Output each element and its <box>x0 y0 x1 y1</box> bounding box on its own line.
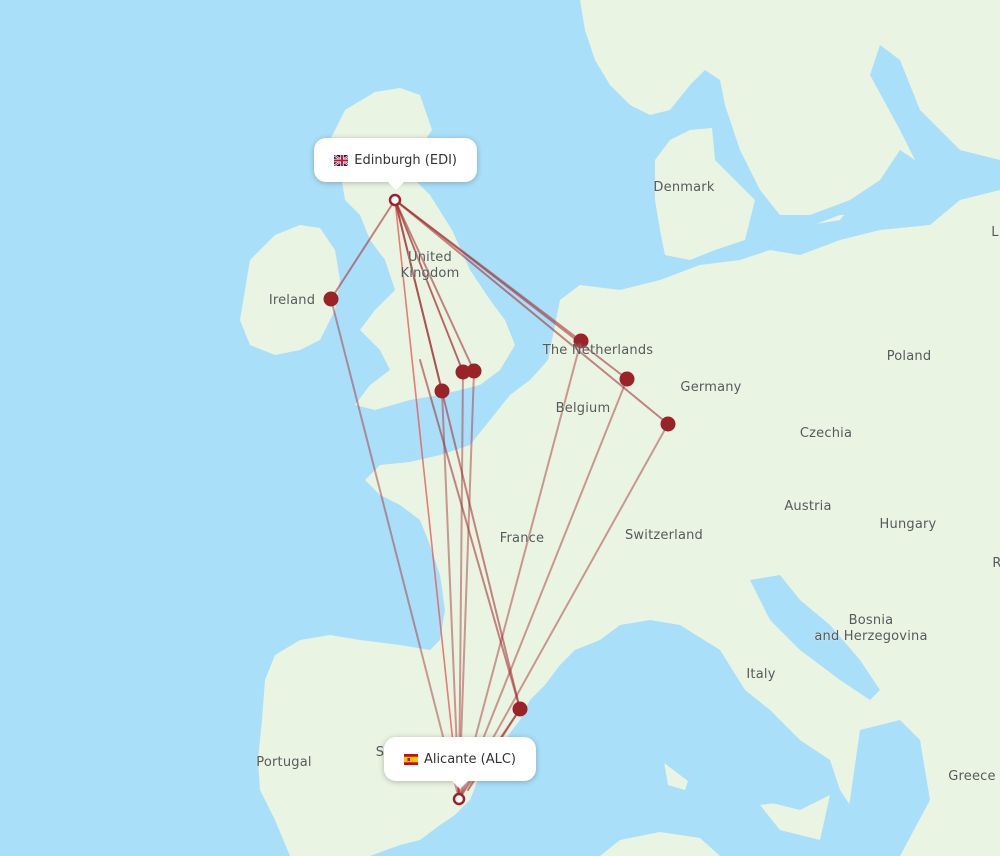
country-label-poland: Poland <box>886 349 932 364</box>
country-label-belgium: Belgium <box>555 401 611 416</box>
country-label-austria: Austria <box>784 499 832 514</box>
alc-pin-ring[interactable] <box>452 792 466 806</box>
country-label-bosnia: Bosnia and Herzegovina <box>814 613 928 644</box>
uk-flag-icon <box>334 154 349 166</box>
country-label-portugal: Portugal <box>256 755 312 770</box>
stopover-marker-dusseldorf[interactable] <box>619 371 635 387</box>
country-label-romania: R <box>992 556 1000 571</box>
country-label-united-kingdom: United Kingdom <box>400 250 460 281</box>
route-map[interactable]: Denmark United Kingdom Ireland The Nethe… <box>0 0 1000 856</box>
origin-popup[interactable]: Edinburgh (EDI) <box>314 138 477 190</box>
edi-pin-ring[interactable] <box>388 193 402 207</box>
stopover-marker-frankfurt[interactable] <box>660 416 676 432</box>
country-label-czechia: Czechia <box>799 426 853 441</box>
country-label-ireland: Ireland <box>268 293 316 308</box>
country-label-france: France <box>499 531 545 546</box>
stopover-marker-london-2[interactable] <box>466 363 482 379</box>
country-label-germany: Germany <box>680 380 742 395</box>
country-label-lithuania: L <box>991 225 999 240</box>
edi-airport-pin[interactable] <box>388 193 402 207</box>
destination-airport-label: Alicante (ALC) <box>423 751 516 767</box>
country-label-switzerland: Switzerland <box>624 528 704 543</box>
destination-popup[interactable]: Alicante (ALC) <box>384 737 536 789</box>
land-ireland <box>240 225 340 355</box>
country-label-denmark: Denmark <box>653 180 715 195</box>
country-label-italy: Italy <box>746 667 776 682</box>
spain-flag-icon <box>404 753 418 765</box>
land-great-britain <box>330 88 515 410</box>
country-label-hungary: Hungary <box>879 517 937 532</box>
stopover-marker-dublin[interactable] <box>323 291 339 307</box>
stopover-marker-barcelona[interactable] <box>512 701 528 717</box>
country-label-greece: Greece <box>948 769 996 784</box>
alc-airport-pin[interactable] <box>452 792 466 806</box>
origin-airport-label: Edinburgh (EDI) <box>354 152 457 168</box>
stopover-marker-bristol[interactable] <box>434 383 450 399</box>
country-label-the-netherlands: The Netherlands <box>542 343 654 358</box>
country-label-spain: S <box>375 745 385 760</box>
